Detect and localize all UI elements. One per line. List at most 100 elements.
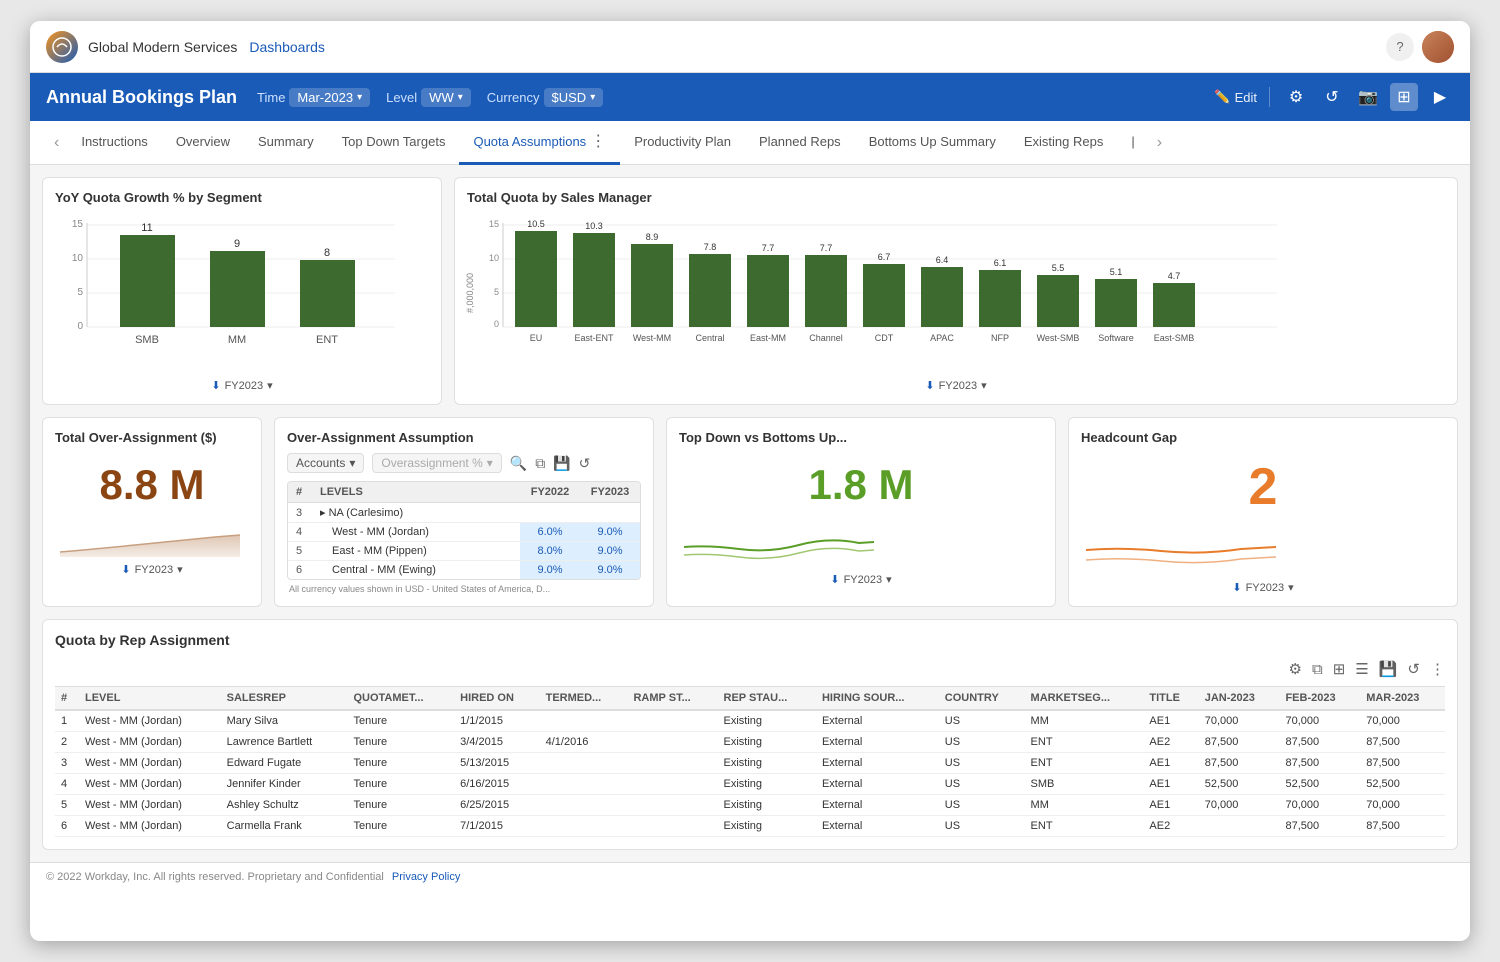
charts-row-1: YoY Quota Growth % by Segment 15 10 5 0 bbox=[42, 177, 1458, 405]
refresh-icon-btn[interactable]: ↺ bbox=[1318, 83, 1346, 111]
tab-instructions[interactable]: Instructions bbox=[67, 121, 161, 165]
tab-nav-right-arrow[interactable]: › bbox=[1149, 134, 1170, 152]
tab-overview[interactable]: Overview bbox=[162, 121, 244, 165]
svg-text:5: 5 bbox=[494, 287, 499, 297]
svg-text:0: 0 bbox=[494, 319, 499, 329]
level-value[interactable]: WW ▾ bbox=[421, 88, 471, 107]
col-header-feb[interactable]: FEB-2023 bbox=[1279, 687, 1360, 711]
chart2-filter-label: FY2023 bbox=[939, 380, 978, 392]
copy-toolbar-icon[interactable]: ⧉ bbox=[1312, 661, 1323, 678]
col-header-ramp[interactable]: RAMP ST... bbox=[627, 687, 717, 711]
svg-text:East-SMB: East-SMB bbox=[1154, 333, 1195, 343]
accounts-dropdown[interactable]: Accounts ▾ bbox=[287, 453, 364, 473]
app-shell: Global Modern Services Dashboards ? Annu… bbox=[30, 21, 1470, 941]
svg-text:6.4: 6.4 bbox=[936, 255, 949, 265]
assumption-row-3: 3 ▸ NA (Carlesimo) bbox=[288, 503, 640, 523]
col-header-market[interactable]: MARKETSEG... bbox=[1025, 687, 1144, 711]
svg-text:15: 15 bbox=[489, 219, 499, 229]
over-assignment-title: Total Over-Assignment ($) bbox=[55, 430, 249, 445]
filter-icon-btn[interactable]: ⚙ bbox=[1282, 83, 1310, 111]
over-assignment-chevron-icon: ▾ bbox=[177, 563, 183, 576]
tab-top-down-targets[interactable]: Top Down Targets bbox=[328, 121, 460, 165]
col-header-hiring[interactable]: HIRING SOUR... bbox=[816, 687, 939, 711]
svg-text:5: 5 bbox=[77, 287, 83, 298]
col-header-level[interactable]: LEVEL bbox=[79, 687, 221, 711]
assumption-header: Accounts ▾ Overassignment % ▾ 🔍 ⧉ 💾 ↺ bbox=[287, 453, 641, 473]
expand-toolbar-icon[interactable]: ⊞ bbox=[1333, 660, 1346, 678]
svg-text:Software: Software bbox=[1098, 333, 1134, 343]
user-avatar[interactable] bbox=[1422, 31, 1454, 63]
grid-icon-btn[interactable]: ⊞ bbox=[1390, 83, 1418, 111]
col-header-jan[interactable]: JAN-2023 bbox=[1199, 687, 1280, 711]
save-icon[interactable]: 💾 bbox=[553, 455, 570, 472]
total-quota-chart: #,000,000 15 10 5 0 10.5 bbox=[467, 213, 1445, 373]
over-assignment-footer: ⬇ FY2023 ▾ bbox=[55, 563, 249, 576]
time-filter: Time Mar-2023 ▾ bbox=[257, 88, 370, 107]
refresh-icon[interactable]: ↺ bbox=[579, 455, 591, 472]
assumption-row-4: 4 West - MM (Jordan) 6.0% 9.0% bbox=[288, 523, 640, 542]
tab-more[interactable]: | bbox=[1117, 121, 1148, 165]
tab-quota-assumptions[interactable]: Quota Assumptions ⋮ bbox=[459, 121, 620, 165]
dashboards-link[interactable]: Dashboards bbox=[249, 39, 325, 55]
save-toolbar-icon[interactable]: 💾 bbox=[1379, 660, 1398, 678]
col-header-repstatus[interactable]: REP STAU... bbox=[718, 687, 816, 711]
over-assignment-chart bbox=[55, 517, 249, 557]
topdown-filter-chip[interactable]: ⬇ FY2023 ▾ bbox=[830, 573, 891, 586]
video-icon-btn[interactable]: ▶ bbox=[1426, 83, 1454, 111]
search-icon[interactable]: 🔍 bbox=[510, 455, 527, 472]
topdown-value: 1.8 M bbox=[679, 461, 1043, 509]
settings-toolbar-icon[interactable]: ☰ bbox=[1355, 660, 1368, 678]
col-header-country[interactable]: COUNTRY bbox=[939, 687, 1025, 711]
assumption-row-6: 6 Central - MM (Ewing) 9.0% 9.0% bbox=[288, 561, 640, 579]
tab-summary[interactable]: Summary bbox=[244, 121, 328, 165]
topdown-filter-label: FY2023 bbox=[844, 574, 883, 586]
privacy-policy-link[interactable]: Privacy Policy bbox=[392, 871, 460, 883]
filter-toolbar-icon[interactable]: ⚙ bbox=[1289, 660, 1302, 678]
chart1-filter-chip[interactable]: ⬇ FY2023 ▾ bbox=[211, 379, 272, 392]
svg-text:West-MM: West-MM bbox=[633, 333, 671, 343]
time-value[interactable]: Mar-2023 ▾ bbox=[289, 88, 370, 107]
col-header-mar[interactable]: MAR-2023 bbox=[1360, 687, 1445, 711]
col-header-salesrep[interactable]: SALESREP bbox=[221, 687, 348, 711]
tab-planned-reps[interactable]: Planned Reps bbox=[745, 121, 855, 165]
copy-icon[interactable]: ⧉ bbox=[535, 455, 545, 472]
svg-text:MM: MM bbox=[228, 334, 246, 346]
col-header-hired[interactable]: HIRED ON bbox=[454, 687, 539, 711]
time-label: Time bbox=[257, 90, 285, 105]
svg-text:10.3: 10.3 bbox=[585, 221, 603, 231]
tab-nav-left-arrow[interactable]: ‹ bbox=[46, 134, 67, 152]
table-toolbar: ⚙ ⧉ ⊞ ☰ 💾 ↺ ⋮ bbox=[55, 660, 1445, 678]
topdown-chart bbox=[679, 517, 1043, 567]
overassignment-dropdown[interactable]: Overassignment % ▾ bbox=[372, 453, 501, 473]
svg-text:4.7: 4.7 bbox=[1168, 271, 1181, 281]
col-header-title[interactable]: TITLE bbox=[1143, 687, 1198, 711]
table-row: 4West - MM (Jordan)Jennifer KinderTenure… bbox=[55, 774, 1445, 795]
main-content: YoY Quota Growth % by Segment 15 10 5 0 bbox=[30, 165, 1470, 862]
help-icon[interactable]: ? bbox=[1386, 33, 1414, 61]
svg-text:ENT: ENT bbox=[316, 334, 338, 346]
filter3-icon: ⬇ bbox=[121, 563, 130, 576]
topdown-card: Top Down vs Bottoms Up... 1.8 M ⬇ FY2023… bbox=[666, 417, 1056, 607]
headcount-filter-chip[interactable]: ⬇ FY2023 ▾ bbox=[1232, 581, 1293, 594]
separator-1 bbox=[1269, 87, 1270, 107]
edit-button[interactable]: ✏️ Edit bbox=[1214, 89, 1257, 105]
svg-text:7.7: 7.7 bbox=[820, 243, 833, 253]
table-row: 6West - MM (Jordan)Carmella FrankTenure7… bbox=[55, 816, 1445, 837]
assumption-table: # LEVELS FY2022 FY2023 3 ▸ NA (Carlesimo… bbox=[287, 481, 641, 580]
camera-icon-btn[interactable]: 📷 bbox=[1354, 83, 1382, 111]
tab-existing-reps[interactable]: Existing Reps bbox=[1010, 121, 1117, 165]
chart2-filter-chip[interactable]: ⬇ FY2023 ▾ bbox=[925, 379, 986, 392]
col-header-quota[interactable]: QUOTAMET... bbox=[347, 687, 454, 711]
refresh-toolbar-icon[interactable]: ↺ bbox=[1407, 660, 1420, 678]
pencil-icon: ✏️ bbox=[1214, 89, 1230, 105]
col-header-termed[interactable]: TERMED... bbox=[540, 687, 628, 711]
tab-productivity-plan[interactable]: Productivity Plan bbox=[620, 121, 745, 165]
over-assignment-filter-chip[interactable]: ⬇ FY2023 ▾ bbox=[121, 563, 182, 576]
header-actions: ✏️ Edit ⚙ ↺ 📷 ⊞ ▶ bbox=[1214, 83, 1454, 111]
tab-bottoms-up-summary[interactable]: Bottoms Up Summary bbox=[855, 121, 1010, 165]
more-toolbar-icon[interactable]: ⋮ bbox=[1430, 660, 1445, 678]
currency-value[interactable]: $USD ▾ bbox=[544, 88, 604, 107]
svg-text:10.5: 10.5 bbox=[527, 219, 545, 229]
svg-text:8: 8 bbox=[324, 247, 330, 259]
table-header-row: # LEVEL SALESREP QUOTAMET... HIRED ON TE… bbox=[55, 687, 1445, 711]
